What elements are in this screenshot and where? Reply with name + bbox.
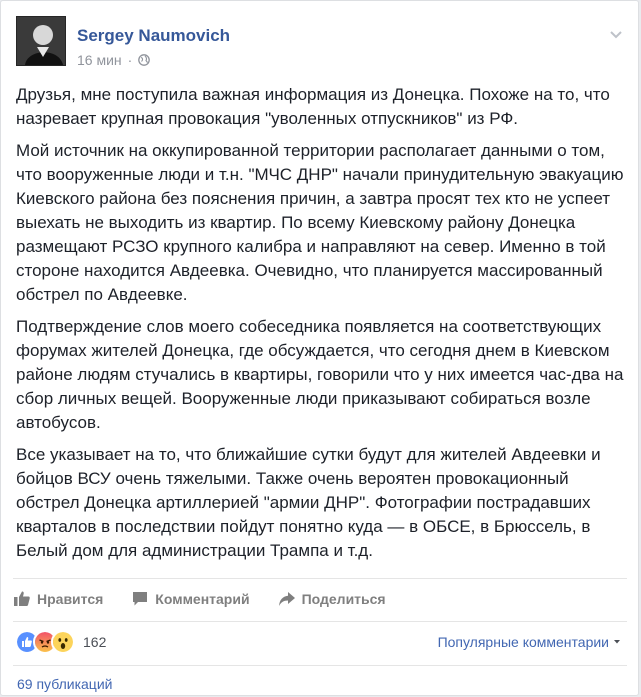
reaction-count[interactable]: 162 [83,634,106,650]
reaction-icons[interactable] [15,630,75,654]
post-paragraph: Все указывает на то, что ближайшие сутки… [16,445,601,560]
like-label: Нравится [37,591,104,607]
comment-label: Комментарий [155,591,250,607]
avatar[interactable] [16,16,66,66]
globe-icon[interactable] [138,54,151,66]
share-arrow-icon [278,592,295,606]
thumbs-up-icon [14,591,30,606]
comment-button[interactable]: Комментарий [131,590,250,608]
comment-icon [133,592,148,606]
popular-comments-dropdown[interactable]: Популярные комментарии [438,634,621,650]
post-actions: Нравится Комментарий Поделиться [13,578,627,619]
meta-separator: · [127,52,133,68]
chevron-down-icon[interactable] [606,24,626,44]
post-body: Друзья, мне поступила важная информация … [16,83,626,571]
post-paragraph: Подтверждение слов моего собеседника поя… [16,317,624,432]
caret-down-icon [614,640,620,644]
shares-count-link[interactable]: 69 публикаций [13,665,627,697]
post-time[interactable]: 16 мин [77,52,122,68]
share-button[interactable]: Поделиться [278,590,386,608]
post-card: Sergey Naumovich 16 мин · Друзья, мне по… [0,0,639,696]
wow-icon [51,630,75,654]
post-paragraph: Мой источник на оккупированной территори… [16,141,624,304]
popular-comments-label: Популярные комментарии [437,634,609,650]
avatar-photo [17,17,65,65]
like-button[interactable]: Нравится [13,590,103,608]
reactions-bar: 162 Популярные комментарии [13,621,627,662]
share-label: Поделиться [301,591,386,607]
post-paragraph: Друзья, мне поступила важная информация … [16,85,610,128]
post-header: Sergey Naumovich 16 мин · [16,16,626,70]
post-meta: 16 мин · [77,52,151,68]
author-name[interactable]: Sergey Naumovich [77,26,230,46]
